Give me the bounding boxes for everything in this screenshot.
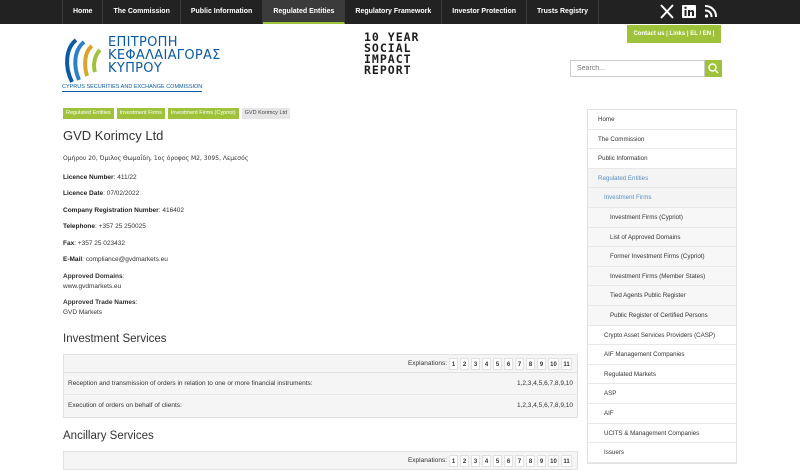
explanation-number[interactable]: 5 bbox=[493, 358, 502, 370]
sidebar-item-public-register-of-certified-persons[interactable]: Public Register of Certified Persons bbox=[588, 305, 736, 326]
explanation-numbers: 1 2 3 4 5 6 7 8 9 10 11 bbox=[449, 455, 572, 467]
nav-item-home[interactable]: Home bbox=[62, 0, 104, 24]
breadcrumb-investment-firms[interactable]: Investment Firms bbox=[116, 108, 165, 119]
search-box bbox=[570, 60, 722, 77]
page-title: GVD Korimcy Ltd bbox=[63, 128, 164, 143]
licence-number: Licence Number: 411/22 bbox=[63, 173, 137, 181]
logo-text: ΕΠΙΤΡΟΠΗ ΚΕΦΑΛΑΙΑΓΟΡΑΣ ΚΥΠΡΟΥ bbox=[108, 35, 221, 76]
sidebar-item-ucits-management-companies[interactable]: UCITS & Management Companies bbox=[588, 423, 736, 444]
table-header: Explanations: 1 2 3 4 5 6 7 8 9 10 11 bbox=[64, 355, 577, 373]
nav-item-regulated-entities[interactable]: Regulated Entities bbox=[263, 0, 346, 24]
email-link[interactable]: compliance@gvdmarkets.eu bbox=[86, 256, 168, 263]
search-button[interactable] bbox=[705, 60, 722, 77]
approved-domains: Approved Domains: www.gvdmarkets.eu bbox=[63, 273, 578, 293]
entity-address: Ομήρου 20, Όμιλος Θωμαΐδη, 1ος όροφος Μ2… bbox=[63, 155, 249, 162]
explanation-number[interactable]: 3 bbox=[471, 358, 480, 370]
nav-item-investor-protection[interactable]: Investor Protection bbox=[442, 0, 528, 24]
licence-date: Licence Date: 07/02/2022 bbox=[63, 190, 140, 197]
explanation-number[interactable]: 9 bbox=[537, 358, 546, 370]
investment-services-table: Explanations: 1 2 3 4 5 6 7 8 9 10 11 Reception an… bbox=[63, 354, 578, 418]
sidebar-menu: Home The Commission Public Information Regu… bbox=[587, 109, 737, 464]
telephone: Telephone: +357 25 250025 bbox=[63, 223, 146, 230]
explanation-number[interactable]: 9 bbox=[537, 455, 546, 467]
sidebar-item-public-information[interactable]: Public Information bbox=[588, 149, 736, 169]
sidebar-item-tied-agents-public-register[interactable]: Tied Agents Public Register bbox=[588, 286, 736, 306]
explanation-number[interactable]: 6 bbox=[504, 358, 513, 370]
explanation-number[interactable]: 4 bbox=[482, 358, 491, 370]
breadcrumb-current: GVD Korimcy Ltd bbox=[241, 108, 291, 119]
sidebar-item-investment-firms-member-states[interactable]: Investment Firms (Member States) bbox=[588, 266, 736, 287]
logo-subtitle: CYPRUS SECURITIES AND EXCHANGE COMMISSIO… bbox=[62, 84, 203, 92]
nav-item-regulatory-framework[interactable]: Regulatory Framework bbox=[345, 0, 443, 24]
explanation-number[interactable]: 3 bbox=[471, 455, 480, 467]
sidebar-item-former-investment-firms-cypriot[interactable]: Former Investment Firms (Cypriot) bbox=[588, 247, 736, 267]
sidebar-item-aif-management-companies[interactable]: AIF Management Companies bbox=[588, 345, 736, 365]
breadcrumb-investment-firms-cypriot[interactable]: Investment Firms (Cypriot) bbox=[167, 108, 239, 119]
breadcrumb: Regulated Entities Investment Firms Inve… bbox=[63, 108, 291, 119]
explanation-number[interactable]: 1 bbox=[449, 358, 458, 370]
search-icon bbox=[708, 63, 719, 74]
explanation-number[interactable]: 8 bbox=[526, 455, 535, 467]
social-links bbox=[660, 4, 718, 19]
nav-item-trusts-registry[interactable]: Trusts Registry bbox=[527, 0, 600, 24]
nav-item-the-commission[interactable]: The Commission bbox=[103, 0, 181, 24]
investment-services-title: Investment Services bbox=[63, 333, 167, 345]
table-row: Execution of orders on behalf of clients… bbox=[68, 402, 573, 409]
sidebar-item-investment-firms-cypriot[interactable]: Investment Firms (Cypriot) bbox=[588, 207, 736, 228]
contact-links-bar[interactable]: Contact us | Links | EL / EN | bbox=[627, 25, 721, 43]
sidebar-item-aif[interactable]: AIF bbox=[588, 403, 736, 424]
top-navigation: Home The Commission Public Information Regu… bbox=[0, 0, 800, 24]
logo-mark-icon bbox=[65, 38, 102, 83]
explanation-number[interactable]: 10 bbox=[548, 455, 559, 467]
sidebar-item-investment-firms[interactable]: Investment Firms bbox=[588, 188, 736, 208]
sidebar-item-regulated-entities[interactable]: Regulated Entities bbox=[588, 168, 736, 189]
explanation-number[interactable]: 4 bbox=[482, 455, 491, 467]
ancillary-services-title: Ancillary Services bbox=[63, 430, 154, 442]
fax: Fax: +357 25 023432 bbox=[63, 239, 126, 247]
table-row: Reception and transmission of orders in … bbox=[64, 373, 577, 395]
explanation-number[interactable]: 2 bbox=[460, 455, 469, 467]
explanation-number[interactable]: 11 bbox=[561, 358, 572, 370]
linkedin-icon[interactable] bbox=[682, 4, 696, 19]
explanation-numbers: 1 2 3 4 5 6 7 8 9 10 11 bbox=[449, 358, 572, 370]
explanation-number[interactable]: 5 bbox=[493, 455, 502, 467]
sidebar-item-the-commission[interactable]: The Commission bbox=[588, 129, 736, 150]
breadcrumb-regulated-entities[interactable]: Regulated Entities bbox=[63, 108, 114, 119]
nav-item-public-information[interactable]: Public Information bbox=[181, 0, 264, 24]
sidebar-item-crypto-asset-services-providers-casp[interactable]: Crypto Asset Services Providers (CASP) bbox=[588, 325, 736, 346]
approved-trade-names: Approved Trade Names: GVD Markets bbox=[63, 298, 138, 316]
explanation-number[interactable]: 11 bbox=[561, 455, 572, 467]
company-registration: Company Registration Number: 416402 bbox=[63, 206, 185, 214]
explanation-number[interactable]: 6 bbox=[504, 455, 513, 467]
sidebar-item-regulated-markets[interactable]: Regulated Markets bbox=[588, 364, 736, 385]
email: E-Mail: compliance@gvdmarkets.eu bbox=[63, 256, 168, 263]
explanation-number[interactable]: 1 bbox=[449, 455, 458, 467]
explanation-number[interactable]: 8 bbox=[526, 358, 535, 370]
ancillary-services-table: Explanations: 1 2 3 4 5 6 7 8 9 10 11 bbox=[63, 451, 578, 470]
sidebar-item-asp[interactable]: ASP bbox=[588, 384, 736, 404]
cysec-logo[interactable]: ΕΠΙΤΡΟΠΗ ΚΕΦΑΛΑΙΑΓΟΡΑΣ ΚΥΠΡΟΥ CYPRUS SEC… bbox=[62, 34, 222, 92]
table-header: Explanations: 1 2 3 4 5 6 7 8 9 10 11 bbox=[64, 452, 577, 470]
domain-link[interactable]: www.gvdmarkets.eu bbox=[63, 283, 578, 293]
explanation-number[interactable]: 7 bbox=[515, 455, 524, 467]
explanation-number[interactable]: 7 bbox=[515, 358, 524, 370]
sidebar-item-list-of-approved-domains[interactable]: List of Approved Domains bbox=[588, 227, 736, 248]
sidebar-item-home[interactable]: Home bbox=[588, 110, 736, 130]
entity-details: GVD Korimcy Ltd Ομήρου 20, Όμιλος Θωμαΐδ… bbox=[63, 128, 578, 319]
explanation-number[interactable]: 10 bbox=[548, 358, 559, 370]
x-icon[interactable] bbox=[660, 4, 674, 19]
sidebar-item-issuers[interactable]: Issuers bbox=[588, 443, 736, 463]
search-input[interactable] bbox=[570, 60, 705, 77]
nav-items: Home The Commission Public Information Regu… bbox=[62, 0, 600, 24]
social-impact-report-banner[interactable]: 10 YEAR SOCIAL IMPACT REPORT bbox=[364, 31, 446, 94]
rss-icon[interactable] bbox=[704, 4, 718, 19]
explanation-number[interactable]: 2 bbox=[460, 358, 469, 370]
